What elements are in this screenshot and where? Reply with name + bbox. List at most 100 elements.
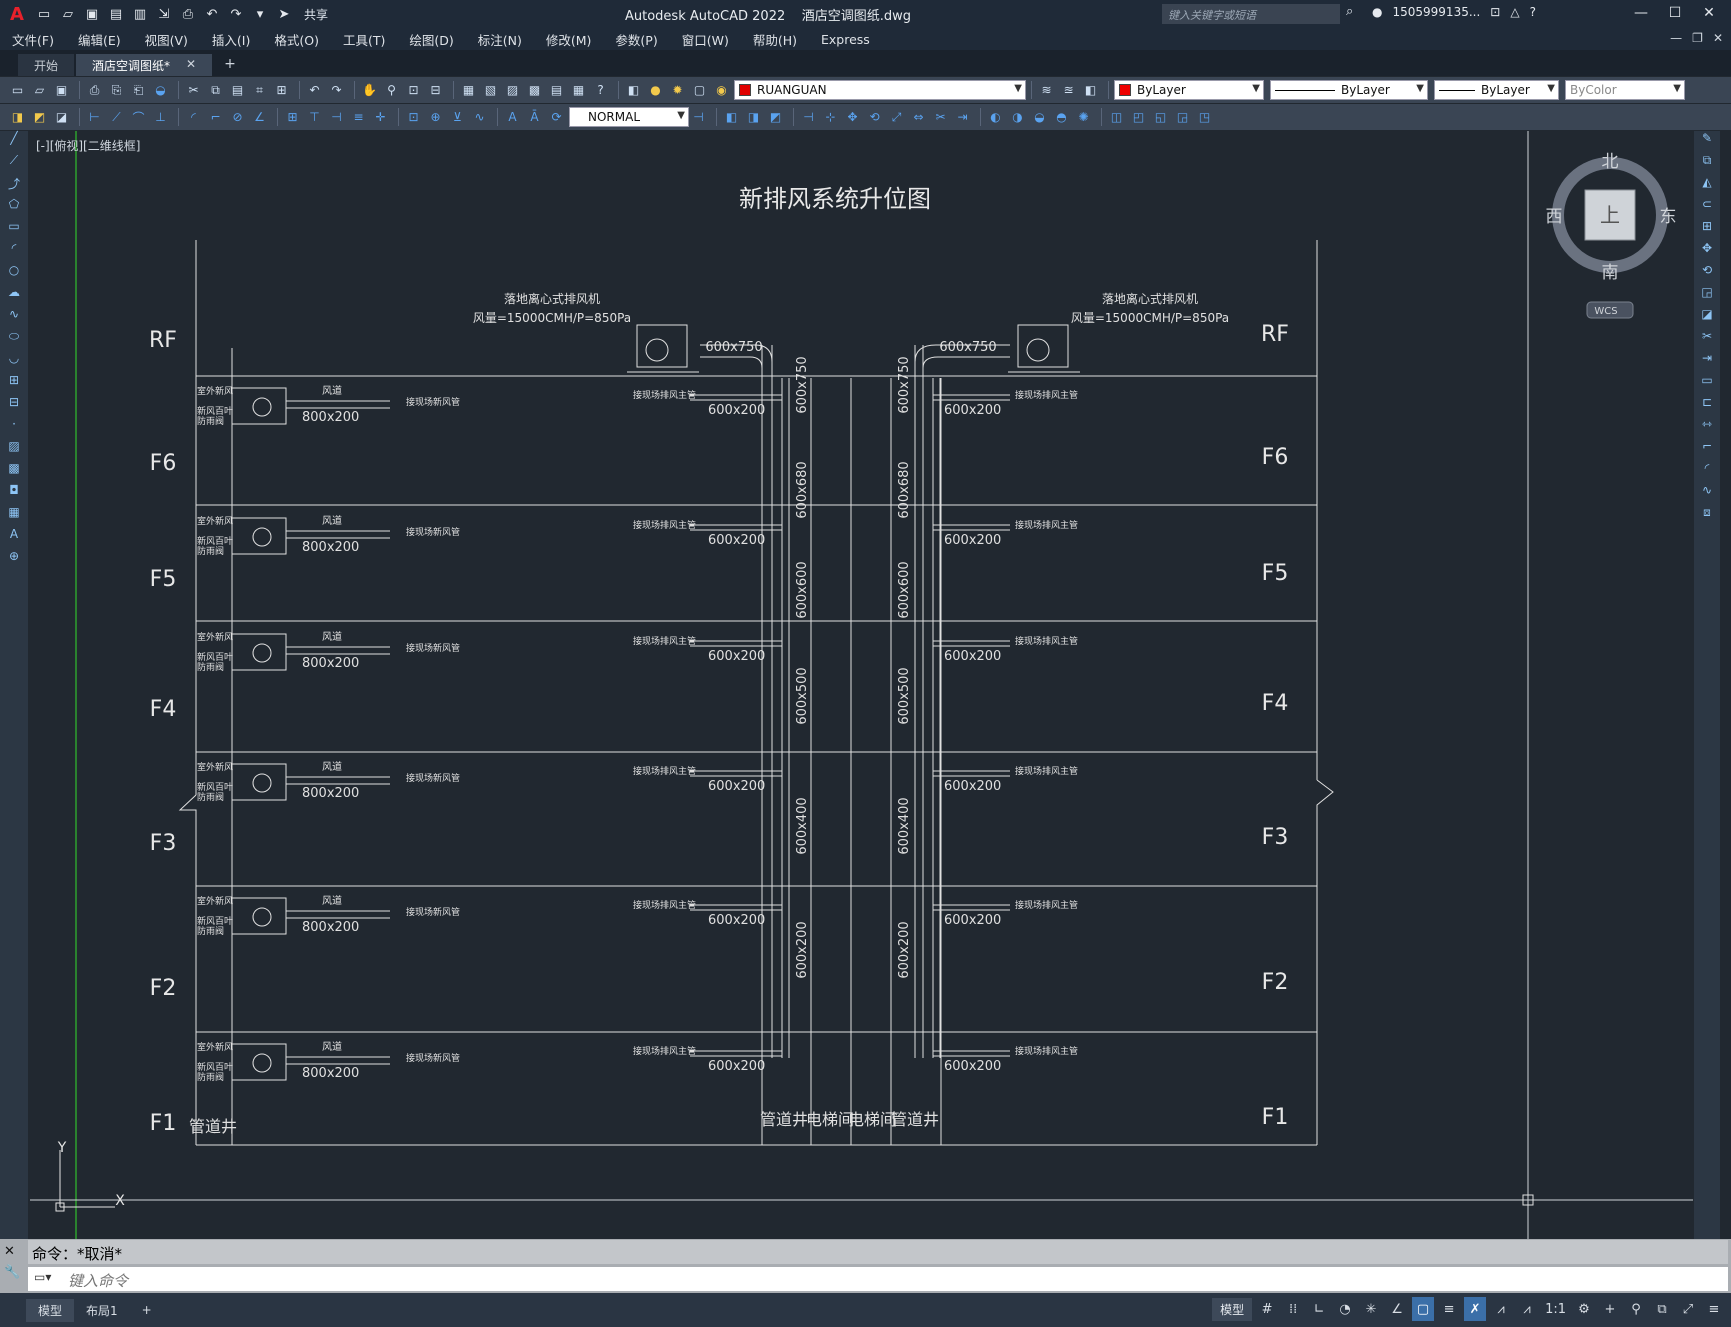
dim-text-edit-icon[interactable]: Ā xyxy=(525,108,544,127)
add-selected-icon[interactable]: ⊕ xyxy=(0,549,28,571)
linear-dim-icon[interactable]: ⊢ xyxy=(85,108,104,127)
export-icon[interactable]: ⇲ xyxy=(154,4,174,24)
close-icon[interactable]: ✕ xyxy=(1693,2,1725,24)
radius-dim-icon[interactable]: ◜ xyxy=(184,108,203,127)
help-icon[interactable]: ? xyxy=(591,81,610,100)
break-icon[interactable]: ◐ xyxy=(986,108,1005,127)
dimstyle-dropdown[interactable]: NORMAL ▼ xyxy=(569,107,689,127)
dim-style-icon[interactable]: ⊣ xyxy=(689,108,708,127)
insert-block-icon[interactable]: ⊞ xyxy=(0,373,28,395)
make-current-icon[interactable]: ≋ xyxy=(1037,81,1056,100)
customize-status-icon[interactable]: ≡ xyxy=(1703,1297,1725,1321)
continue-dim-icon[interactable]: ⊣ xyxy=(327,108,346,127)
layout-tab-layout1[interactable]: 布局1 xyxy=(74,1299,130,1322)
copy-obj-icon[interactable]: ◨ xyxy=(744,108,763,127)
properties-icon[interactable]: ▦ xyxy=(459,81,478,100)
blend-curves-icon[interactable]: ∿ xyxy=(1694,483,1720,505)
user-icon[interactable]: ● xyxy=(1372,5,1382,19)
annotation-monitor-icon[interactable]: + xyxy=(1599,1297,1621,1321)
open-file-icon[interactable]: ▱ xyxy=(58,4,78,24)
isodraft-icon[interactable]: ✳ xyxy=(1360,1297,1382,1321)
offset-icon[interactable]: ⊣ xyxy=(799,108,818,127)
menu-modify[interactable]: 修改(M) xyxy=(534,30,604,49)
hatch-icon[interactable]: ▨ xyxy=(0,439,28,461)
break-icon[interactable]: ⊏ xyxy=(1694,395,1720,417)
osnap-icon[interactable]: ▢ xyxy=(1412,1297,1435,1321)
zoom-previous-icon[interactable]: ⊟ xyxy=(426,81,445,100)
menu-edit[interactable]: 编辑(E) xyxy=(66,30,133,49)
zoom-realtime-icon[interactable]: ⚲ xyxy=(382,81,401,100)
menu-tools[interactable]: 工具(T) xyxy=(331,30,397,49)
layer-previous-icon[interactable]: ≊ xyxy=(1059,81,1078,100)
share-icon[interactable]: ➤ xyxy=(274,4,294,24)
clean-screen-icon[interactable]: ⤢ xyxy=(1677,1297,1699,1321)
layer-dropdown[interactable]: RUANGUAN ▼ xyxy=(734,80,1026,100)
design-center-icon[interactable]: ▧ xyxy=(481,81,500,100)
undo-icon[interactable]: ↶ xyxy=(202,4,222,24)
chamfer-icon[interactable]: ◒ xyxy=(1030,108,1049,127)
measure-icon[interactable]: ◲ xyxy=(1173,108,1192,127)
join-icon[interactable]: ⇿ xyxy=(1694,417,1720,439)
group-icon[interactable]: ◰ xyxy=(1129,108,1148,127)
revision-cloud-icon[interactable]: ☁ xyxy=(0,285,28,307)
circle-icon[interactable]: ○ xyxy=(0,263,28,285)
cart-icon[interactable]: ⊡ xyxy=(1490,5,1500,19)
polar-icon[interactable]: ◔ xyxy=(1334,1297,1356,1321)
pan-icon[interactable]: ✋ xyxy=(360,81,379,100)
ellipse-icon[interactable]: ⬭ xyxy=(0,329,28,351)
new-tab-icon[interactable]: + xyxy=(214,56,246,76)
layer-match-icon[interactable]: ◩ xyxy=(30,108,49,127)
ordinate-dim-icon[interactable]: ⊥ xyxy=(151,108,170,127)
quick-properties-icon[interactable]: ⧉ xyxy=(1651,1297,1673,1321)
match-properties-icon[interactable]: ⌗ xyxy=(250,81,269,100)
draworder-icon[interactable]: ◫ xyxy=(1107,108,1126,127)
calculator-icon[interactable]: ▦ xyxy=(569,81,588,100)
menu-parametric[interactable]: 参数(P) xyxy=(603,30,669,49)
line-icon[interactable]: ╱ xyxy=(0,131,28,153)
save-as-icon[interactable]: ▤ xyxy=(106,4,126,24)
make-block-icon[interactable]: ⊟ xyxy=(0,395,28,417)
save-icon[interactable]: ▣ xyxy=(82,4,102,24)
fillet-icon[interactable]: ◓ xyxy=(1052,108,1071,127)
cut-icon[interactable]: ✂ xyxy=(184,81,203,100)
menu-express[interactable]: Express xyxy=(809,32,882,47)
rectangle-icon[interactable]: ▭ xyxy=(0,219,28,241)
annotation-scale-icon[interactable]: ⩘ xyxy=(1516,1297,1538,1321)
trim-icon[interactable]: ✂ xyxy=(1694,329,1720,351)
chamfer-icon[interactable]: ⌐ xyxy=(1694,439,1720,461)
rotate-icon[interactable]: ⟲ xyxy=(1694,263,1720,285)
menu-view[interactable]: 视图(V) xyxy=(133,30,200,49)
color-dropdown[interactable]: ByLayer ▼ xyxy=(1114,80,1264,100)
markup-icon[interactable]: ▤ xyxy=(547,81,566,100)
doc-close-icon[interactable]: ✕ xyxy=(1713,31,1723,45)
linetype-dropdown[interactable]: ByLayer ▼ xyxy=(1270,80,1428,100)
model-space-button[interactable]: 模型 xyxy=(1212,1297,1253,1321)
autodesk-app-icon[interactable]: △ xyxy=(1510,5,1519,19)
explode-icon[interactable]: ⧈ xyxy=(1694,505,1720,527)
help-search-input[interactable]: 键入关键字或短语 xyxy=(1162,4,1340,24)
trim-icon[interactable]: ✂ xyxy=(931,108,950,127)
command-close-icon[interactable]: ✕ xyxy=(4,1244,20,1259)
lineweight-dropdown[interactable]: ByLayer ▼ xyxy=(1434,80,1559,100)
diameter-dim-icon[interactable]: ⊘ xyxy=(228,108,247,127)
region-icon[interactable]: ◘ xyxy=(0,483,28,505)
redo-icon[interactable]: ↷ xyxy=(226,4,246,24)
layer-viewport-icon[interactable]: ▢ xyxy=(690,81,709,100)
app-logo[interactable]: A xyxy=(0,0,34,28)
3d-print-icon[interactable]: ◒ xyxy=(151,81,170,100)
scale-icon[interactable]: ◲ xyxy=(1694,285,1720,307)
angular-dim-icon[interactable]: ∠ xyxy=(250,108,269,127)
workspace-gear-icon[interactable]: ⚙ xyxy=(1573,1297,1595,1321)
doc-minimize-icon[interactable]: — xyxy=(1670,31,1682,45)
move-icon[interactable]: ✥ xyxy=(1694,241,1720,263)
mirror-icon[interactable]: ◩ xyxy=(766,108,785,127)
dim-break-icon[interactable]: ✛ xyxy=(371,108,390,127)
baseline-dim-icon[interactable]: ⊤ xyxy=(305,108,324,127)
lineweight-icon[interactable]: ≡ xyxy=(1438,1297,1460,1321)
publish-icon[interactable]: ▥ xyxy=(130,4,150,24)
publish-icon[interactable]: ⎗ xyxy=(129,81,148,100)
break-at-point-icon[interactable]: ▭ xyxy=(1694,373,1720,395)
grid-icon[interactable]: # xyxy=(1256,1297,1278,1321)
new-file-icon[interactable]: ▭ xyxy=(34,4,54,24)
open-icon[interactable]: ▱ xyxy=(30,81,49,100)
